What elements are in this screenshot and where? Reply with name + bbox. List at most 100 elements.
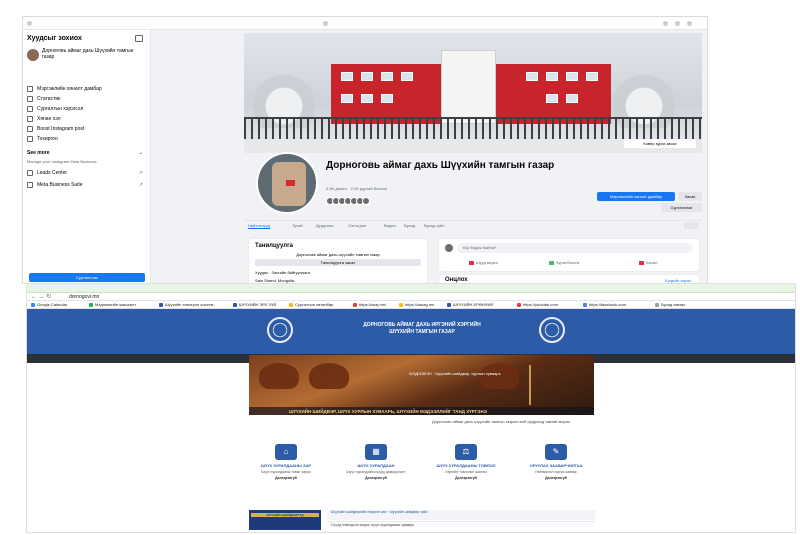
bookmark-item[interactable]: Мэдээллийн жагсаалт <box>89 302 136 307</box>
site-header: ДОРНОГОВЬ АЙМАГ ДАХЬ ИРГЭНИЙ ХЭРГИЙН ШҮҮ… <box>27 309 795 354</box>
bookmark-item[interactable]: https://zasag.mn <box>399 302 434 307</box>
sidebar-item-ad-tools[interactable]: Сургалтын хэрэгсэл <box>27 104 145 114</box>
browser-tab-strip <box>27 284 795 293</box>
sidebar-item-dashboard[interactable]: Мэргэжлийн хяналт дамбар <box>27 84 145 94</box>
chart-icon <box>27 96 33 102</box>
photo-icon <box>549 260 554 265</box>
bookmark-item[interactable]: Шүүхийн электрон систем <box>159 302 213 307</box>
justice-scale-image <box>529 365 559 405</box>
sidebar-item-settings[interactable]: Тохиргоо <box>27 134 145 144</box>
business-suite-icon <box>27 182 33 188</box>
sidebar-item-leads[interactable]: Leads Center ↗ <box>27 168 145 178</box>
seal-icon[interactable] <box>267 317 293 343</box>
url-field[interactable]: dornogovi.mn <box>69 294 99 300</box>
more-options-button[interactable] <box>684 222 698 229</box>
dashboard-icon <box>27 86 33 92</box>
browser-address-bar: ← → ↻ dornogovi.mn <box>27 293 795 301</box>
post-input[interactable]: Юу бодож байна? <box>457 243 693 253</box>
fb-nav-icon[interactable] <box>323 21 328 26</box>
live-icon <box>469 260 474 265</box>
profile-picture[interactable] <box>256 152 318 214</box>
settings-icon[interactable] <box>135 35 143 42</box>
cover-photo: Ковер зураг засах <box>244 33 702 153</box>
fb-sidebar: Хуудсыг зохиох Дорноговь аймаг дахь Шүүх… <box>23 30 151 283</box>
sidebar-item-business-suite[interactable]: Meta Business Suite ↗ <box>27 180 145 190</box>
decisions-banner[interactable]: ШҮҮХИЙН ШИЙДВЭРҮҮД <box>249 510 321 530</box>
bookmark-item[interactable]: Google Calendar <box>31 302 67 307</box>
tab-mentions[interactable]: Дурдлагa <box>316 223 333 228</box>
decisions-link[interactable]: Шүүхийн шийдвэрийн нэгдсэн сан · Шүүхийн… <box>327 510 595 520</box>
bookmark-item[interactable]: ШҮҮХИЙН ЭРХ ЗҮЙ <box>233 302 276 307</box>
instagram-icon <box>27 126 33 132</box>
site-title-line1: ДОРНОГОВЬ АЙМАГ ДАХЬ ИРГЭНИЙ ХЭРГИЙН <box>363 322 481 328</box>
tab-other[interactable]: Бусад <box>404 223 415 228</box>
megaphone-icon <box>27 106 33 112</box>
bookmark-item[interactable]: https://facebook.com <box>583 302 626 307</box>
website-screenshot: ← → ↻ dornogovi.mn Google Calendar Мэдээ… <box>26 283 796 533</box>
bookmarks-bar: Google Calendar Мэдээллийн жагсаалт Шүүх… <box>27 301 795 309</box>
account-name: Дорноговь аймаг дахь Шүүхийн тамгын газа… <box>42 48 134 60</box>
facebook-page-screenshot: Хуудсыг зохиох Дорноговь аймаг дахь Шүүх… <box>22 16 708 284</box>
tab-videos[interactable]: Видео <box>384 223 396 228</box>
reel-icon <box>639 260 644 265</box>
gear-icon <box>27 136 33 142</box>
sidebar-item-insights[interactable]: Статистик <box>27 94 145 104</box>
fb-top-bar <box>23 17 707 30</box>
follower-avatars <box>326 192 386 205</box>
service-hearing-schedule[interactable]: ⚖ ШҮҮХ ХУРАЛДААНЫ ТОВЛОЛ Хэргийн товлолы… <box>431 444 501 494</box>
service-court-hearing[interactable]: ▦ ШҮҮХ ХУРАЛДААН Шүүх хуралдааны шууд да… <box>341 444 411 494</box>
back-forward-icon[interactable]: ← → ↻ <box>31 293 51 300</box>
bookmark-item[interactable]: ШҮҮХИЙН ЕРӨНХИЙ <box>447 302 493 307</box>
avatar <box>445 244 453 252</box>
sidebar-see-more-sub: Manage your Instagram Meta Business <box>27 159 97 164</box>
tab-about[interactable]: Тухай <box>292 223 303 228</box>
bookmark-item[interactable]: https://youtube.com <box>517 302 558 307</box>
bookmark-item[interactable]: Бусад хавтас <box>655 302 685 307</box>
fb-notifications-icon[interactable] <box>675 21 680 26</box>
create-post-card: Юу бодож байна? Шууд видео Зураг/бичлэг … <box>439 239 699 271</box>
fb-logo-icon[interactable] <box>27 21 32 26</box>
sidebar-item-inbox[interactable]: Хянан хэл <box>27 114 145 124</box>
service-court-notices[interactable]: ⌂ ШҮҮХ ХУРАЛДААНЫ ЗАР Шүүх хуралдааны то… <box>251 444 321 494</box>
building-image <box>331 50 611 124</box>
intro-category: Хуудас · Засгийн байгууллага <box>255 270 310 275</box>
latest-news-line: Сүүлд нэмэгдсэн мэдээ, шүүх хуралдааны х… <box>327 521 595 527</box>
bookmark-item[interactable]: https://ceaj.mn/ <box>353 302 386 307</box>
live-video-button[interactable]: Шууд видео <box>469 260 498 265</box>
promote-page-button[interactable]: Сурталчлах <box>661 203 702 212</box>
chevron-down-icon: ⌄ <box>138 150 143 156</box>
tab-more[interactable]: Бусад зүйл <box>424 223 445 228</box>
page-tabs: Нийтлэлүүд Тухай Дурдлагa Сэтгэгдэл Виде… <box>244 220 702 231</box>
intro-title: Танилцуулга <box>255 243 293 249</box>
hero-banner: МЭДЭЭЛЭЛ · Шүүхийн шийдвэр, хурлын хуваа… <box>249 355 594 415</box>
tab-reviews[interactable]: Сэтгэгдэл <box>348 223 366 228</box>
intro-description: Дорноговь аймаг дахь шүүхийн тамгын газа… <box>296 252 380 257</box>
bookmark-item[interactable]: Сургалтын хөтөлбөр <box>289 302 333 307</box>
site-title-line2: ШҮҮХИЙН ТАМГЫН ГАЗАР <box>389 329 455 335</box>
intro-card: Танилцуулга Дорноговь аймаг дахь шүүхийн… <box>249 239 427 283</box>
megaphone-icon: ⌂ <box>275 444 297 460</box>
fence-image <box>244 117 702 139</box>
tab-posts[interactable]: Нийтлэлүүд <box>248 223 271 229</box>
sidebar-item-boost-instagram[interactable]: Boost Instagram post <box>27 124 145 134</box>
fb-menu-icon[interactable] <box>663 21 668 26</box>
follower-count[interactable]: 4.5K дагагч · 2.2K дуртай болсон <box>326 186 387 191</box>
fb-profile-icon[interactable] <box>687 21 692 26</box>
service-instructions[interactable]: ✎ ОРУУЛАХ ЗААВАРЧИЛГАА Нэхэмжлэл гаргах … <box>521 444 591 494</box>
sidebar-account[interactable]: Дорноговь аймаг дахь Шүүхийн тамгын газа… <box>27 47 145 69</box>
reel-button[interactable]: Бичил <box>639 260 658 265</box>
sidebar-see-more[interactable]: See more ⌄ <box>27 148 145 158</box>
emblem-icon <box>539 317 565 343</box>
leads-icon <box>27 170 33 176</box>
calendar-icon: ▦ <box>365 444 387 460</box>
professional-dashboard-button[interactable]: Мэргэжлийн хяналт дамбар <box>597 192 675 201</box>
promote-button[interactable]: Сурталчлах <box>29 273 145 282</box>
edit-cover-button[interactable]: Ковер зураг засах <box>624 139 696 148</box>
welcome-notice: Дорноговь аймаг дахь шүүхийн тамгын газр… <box>432 419 571 424</box>
banner-overlay-text: МЭДЭЭЛЭЛ · Шүүхийн шийдвэр, хурлын хуваа… <box>409 371 501 376</box>
edit-page-button[interactable]: Засах <box>678 192 702 201</box>
external-link-icon: ↗ <box>138 182 143 188</box>
photo-video-button[interactable]: Зураг/бичлэг <box>549 260 580 265</box>
edit-intro-button[interactable]: Танилцуулга засах <box>255 259 421 266</box>
sidebar-title: Хуудсыг зохиох <box>27 35 82 42</box>
